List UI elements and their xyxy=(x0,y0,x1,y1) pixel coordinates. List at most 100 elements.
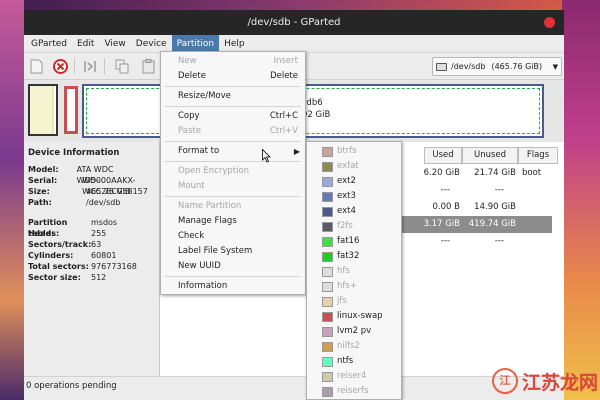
filesystem-color-swatch xyxy=(322,147,333,157)
menu-item-label-file-system[interactable]: Label File System xyxy=(162,244,304,259)
info-key: Path: xyxy=(28,198,52,207)
menu-separator xyxy=(165,106,301,107)
format-option-label: fat16 xyxy=(337,236,360,246)
filesystem-color-swatch xyxy=(322,207,333,217)
menu-device[interactable]: Device xyxy=(131,35,172,53)
menu-separator xyxy=(165,86,301,87)
format-option-fat32[interactable]: fat32 xyxy=(307,249,401,264)
menu-item-resize-move[interactable]: Resize/Move xyxy=(162,89,304,104)
device-selector[interactable]: /dev/sdb (465.76 GiB) ▼ xyxy=(432,57,562,76)
info-row-path: Path: /dev/sdb xyxy=(28,197,159,208)
format-option-reiserfs[interactable]: reiserfs xyxy=(307,384,401,399)
title-bar: /dev/sdb - GParted xyxy=(24,10,564,35)
column-header-used[interactable]: Used xyxy=(424,147,462,164)
column-header-unused[interactable]: Unused xyxy=(462,147,518,164)
info-value: WD-WCC2ECV58157 xyxy=(82,176,148,196)
info-key: Partition table: xyxy=(28,218,68,238)
menu-item-copy[interactable]: Copy Ctrl+C xyxy=(162,109,304,124)
format-option-label: reiserfs xyxy=(337,386,369,396)
menu-item-manage-flags[interactable]: Manage Flags xyxy=(162,214,304,229)
menu-view[interactable]: View xyxy=(99,35,130,53)
filesystem-color-swatch xyxy=(322,327,333,337)
format-option-reiser4[interactable]: reiser4 xyxy=(307,369,401,384)
format-option-label: lvm2 pv xyxy=(337,326,372,336)
info-value: 255 xyxy=(91,229,107,238)
format-option-ext4[interactable]: ext4 xyxy=(307,204,401,219)
format-option-label: jfs xyxy=(337,296,347,306)
filesystem-color-swatch xyxy=(322,312,333,322)
format-option-label: fat32 xyxy=(337,251,360,261)
disk-map-partition-1[interactable] xyxy=(28,84,58,136)
format-option-label: ntfs xyxy=(337,356,354,366)
mouse-cursor-icon xyxy=(262,149,271,163)
menu-item-check[interactable]: Check xyxy=(162,229,304,244)
filesystem-color-swatch xyxy=(322,222,333,232)
cell-unused: --- xyxy=(494,236,504,246)
cell-used: --- xyxy=(440,236,450,246)
close-button[interactable] xyxy=(544,17,555,28)
format-option-lvm2-pv[interactable]: lvm2 pv xyxy=(307,324,401,339)
column-header-flags[interactable]: Flags xyxy=(518,147,558,164)
info-row-cylinders: Cylinders: 60801 xyxy=(28,250,159,261)
cell-used: 3.17 GiB xyxy=(423,219,460,229)
format-option-fat16[interactable]: fat16 xyxy=(307,234,401,249)
watermark-text: 江苏龙网 xyxy=(522,371,599,394)
info-value: msdos xyxy=(91,218,118,227)
device-info-header: Device Information xyxy=(28,148,120,158)
format-option-f2fs[interactable]: f2fs xyxy=(307,219,401,234)
new-icon[interactable] xyxy=(28,58,44,74)
copy-icon[interactable] xyxy=(114,58,130,74)
format-option-label: ext3 xyxy=(337,191,356,201)
watermark: 江 江苏龙网 xyxy=(492,366,600,396)
delete-icon[interactable] xyxy=(52,58,68,74)
filesystem-color-swatch xyxy=(322,267,333,277)
paste-icon[interactable] xyxy=(140,58,156,74)
format-option-nilfs2[interactable]: nilfs2 xyxy=(307,339,401,354)
menu-item-open-encryption[interactable]: Open Encryption xyxy=(162,164,304,179)
cell-unused: --- xyxy=(494,185,504,195)
status-text: 0 operations pending xyxy=(26,381,117,391)
format-option-exfat[interactable]: exfat xyxy=(307,159,401,174)
info-key: Model: xyxy=(28,165,59,174)
format-option-jfs[interactable]: jfs xyxy=(307,294,401,309)
format-option-btrfs[interactable]: btrfs xyxy=(307,144,401,159)
format-option-ntfs[interactable]: ntfs xyxy=(307,354,401,369)
disk-map-partition-size: 92 GiB xyxy=(302,110,331,120)
format-option-ext3[interactable]: ext3 xyxy=(307,189,401,204)
info-key: Sector size: xyxy=(28,273,81,282)
menu-item-format-to[interactable]: Format to ▶ xyxy=(162,144,304,159)
menu-gparted[interactable]: GParted xyxy=(26,35,72,53)
format-option-hfs[interactable]: hfs xyxy=(307,264,401,279)
format-to-submenu: btrfs exfat ext2 ext3 ext4 f2fs fat16 fat32 hfs h… xyxy=(306,141,402,400)
format-option-ext2[interactable]: ext2 xyxy=(307,174,401,189)
format-option-hfs-[interactable]: hfs+ xyxy=(307,279,401,294)
desktop-background-right xyxy=(562,0,600,400)
filesystem-color-swatch xyxy=(322,237,333,247)
menu-item-mount[interactable]: Mount xyxy=(162,179,304,194)
menu-item-new[interactable]: New Insert xyxy=(162,54,304,69)
disk-map-partition-sdb6[interactable]: sdb6 92 GiB xyxy=(82,84,544,138)
menu-item-information[interactable]: Information xyxy=(162,279,304,294)
resize-icon[interactable] xyxy=(82,58,98,74)
disk-icon xyxy=(436,62,447,71)
menu-edit[interactable]: Edit xyxy=(72,35,99,53)
filesystem-color-swatch xyxy=(322,357,333,367)
filesystem-color-swatch xyxy=(322,387,333,397)
info-value: 63 xyxy=(91,240,102,249)
menu-item-new-uuid[interactable]: New UUID xyxy=(162,259,304,274)
menu-item-delete[interactable]: Delete Delete xyxy=(162,69,304,84)
disk-map-partition-2[interactable] xyxy=(64,86,78,134)
partition-menu: New Insert Delete Delete Resize/Move Copy C… xyxy=(160,51,306,295)
format-option-label: ext4 xyxy=(337,206,356,216)
format-option-linux-swap[interactable]: linux-swap xyxy=(307,309,401,324)
cell-used: --- xyxy=(440,185,450,195)
menu-partition[interactable]: Partition xyxy=(171,34,220,53)
menu-item-name-partition[interactable]: Name Partition xyxy=(162,199,304,214)
filesystem-color-swatch xyxy=(322,162,333,172)
info-row-model: Model: ATA WDC WD5000AAKX- xyxy=(28,164,159,185)
menu-item-paste[interactable]: Paste Ctrl+V xyxy=(162,124,304,139)
filesystem-color-swatch xyxy=(322,372,333,382)
info-row-sectors-track: Sectors/track: 63 xyxy=(28,239,159,250)
cell-unused: 14.90 GiB xyxy=(474,202,516,212)
menu-help[interactable]: Help xyxy=(219,35,250,53)
